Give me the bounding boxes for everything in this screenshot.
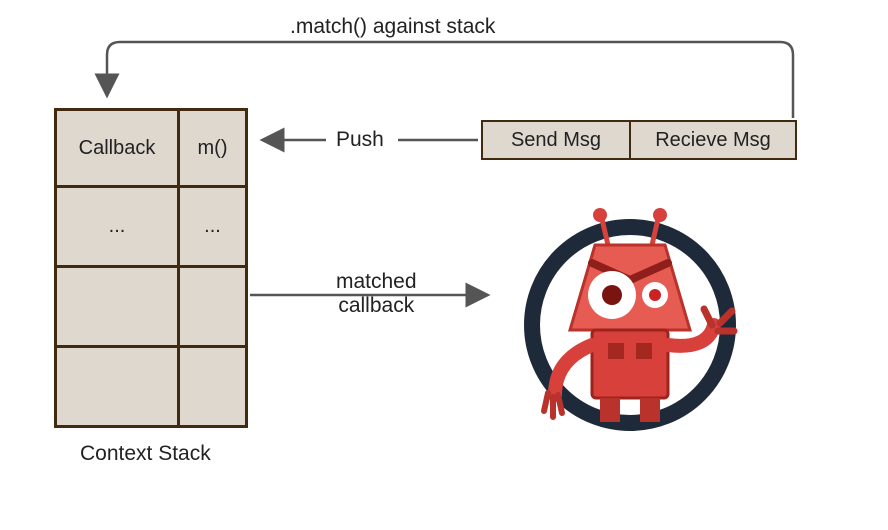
context-stack-caption: Context Stack xyxy=(80,442,211,466)
push-label: Push xyxy=(336,128,384,152)
stack-cell xyxy=(54,348,180,428)
matched-callback-label: matched callback xyxy=(336,270,417,318)
matched-callback-line1: matched xyxy=(336,270,417,294)
stack-cell xyxy=(54,268,180,348)
robot-icon xyxy=(500,175,760,435)
stack-row xyxy=(54,268,248,348)
stack-cell xyxy=(180,268,248,348)
stack-cell-callback: Callback xyxy=(54,108,180,188)
match-against-stack-label: .match() against stack xyxy=(290,15,495,39)
robot-mascot xyxy=(500,175,760,440)
stack-cell: ... xyxy=(54,188,180,268)
stack-row: Callback m() xyxy=(54,108,248,188)
stack-row xyxy=(54,348,248,428)
stack-cell-m: m() xyxy=(180,108,248,188)
receive-msg-box: Recieve Msg xyxy=(629,120,797,160)
context-stack: Callback m() ... ... xyxy=(54,108,248,428)
send-msg-box: Send Msg xyxy=(481,120,631,160)
stack-cell xyxy=(180,348,248,428)
match-arrow xyxy=(107,42,793,118)
stack-row: ... ... xyxy=(54,188,248,268)
stack-cell: ... xyxy=(180,188,248,268)
matched-callback-line2: callback xyxy=(336,294,417,318)
